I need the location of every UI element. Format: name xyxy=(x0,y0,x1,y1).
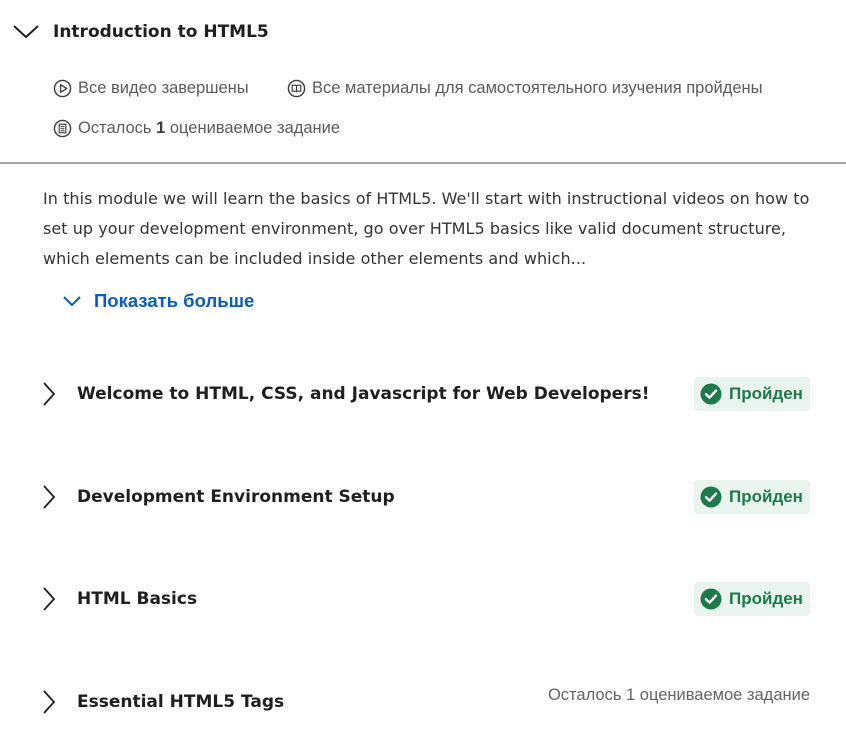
status-badge: Пройден xyxy=(694,480,810,514)
status-badge-label: Пройден xyxy=(729,589,803,608)
lesson-item[interactable]: Essential HTML5 Tags Осталось 1 оценивае… xyxy=(0,684,846,720)
remaining-prefix: Осталось xyxy=(78,119,152,137)
show-more-label: Показать больше xyxy=(94,290,255,311)
lesson-title[interactable]: HTML Basics xyxy=(77,587,197,611)
status-badge: Пройден xyxy=(694,377,810,411)
chevron-right-icon[interactable] xyxy=(42,484,56,510)
module-title[interactable]: Introduction to HTML5 xyxy=(53,20,269,44)
reading-status-text: Все материалы для самостоятельного изуче… xyxy=(312,79,763,97)
chevron-right-icon[interactable] xyxy=(42,381,56,407)
remaining-count: 1 xyxy=(156,119,166,137)
lesson-title[interactable]: Welcome to HTML, CSS, and Javascript for… xyxy=(77,382,649,406)
book-circle-icon xyxy=(287,79,306,98)
lesson-title[interactable]: Development Environment Setup xyxy=(77,485,395,509)
module-description: In this module we will learn the basics … xyxy=(43,189,810,268)
check-circle-icon xyxy=(700,383,722,405)
module-header: Introduction to HTML5 Все видео завершен… xyxy=(0,0,846,164)
remaining-suffix: оцениваемое задание xyxy=(169,119,341,137)
check-circle-icon xyxy=(700,486,722,508)
play-circle-icon xyxy=(53,79,72,98)
chevron-down-icon[interactable] xyxy=(12,24,40,40)
lesson-title[interactable]: Essential HTML5 Tags xyxy=(77,690,284,714)
assignment-circle-icon xyxy=(53,119,72,138)
check-circle-icon xyxy=(700,588,722,610)
videos-status-text: Все видео завершены xyxy=(78,79,249,97)
chevron-right-icon[interactable] xyxy=(42,689,56,715)
assignments-remaining: Осталось 1 оцениваемое задание xyxy=(53,119,340,138)
show-more-button[interactable]: Показать больше xyxy=(62,290,254,312)
lesson-item[interactable]: Welcome to HTML, CSS, and Javascript for… xyxy=(0,376,846,412)
status-badge-label: Пройден xyxy=(729,384,803,403)
status-badge-label: Пройден xyxy=(729,487,803,506)
chevron-down-icon xyxy=(63,296,81,307)
status-badge: Пройден xyxy=(694,582,810,616)
lesson-remaining-status: Осталось 1 оцениваемое задание xyxy=(547,686,810,704)
chevron-right-icon[interactable] xyxy=(42,586,56,612)
reading-status: Все материалы для самостоятельного изуче… xyxy=(287,79,763,98)
lesson-item[interactable]: HTML Basics Пройден xyxy=(0,581,846,617)
videos-status: Все видео завершены xyxy=(53,79,249,98)
lesson-item[interactable]: Development Environment Setup Пройден xyxy=(0,479,846,515)
